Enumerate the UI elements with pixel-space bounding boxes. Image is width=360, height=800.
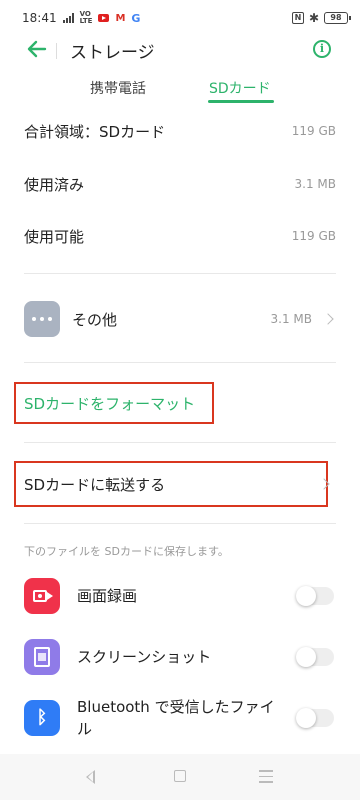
screen-record-icon <box>24 578 60 614</box>
used-space-label: 使用済み <box>24 175 85 194</box>
back-arrow-icon[interactable] <box>26 38 48 60</box>
toggle-switch[interactable] <box>296 647 334 667</box>
nav-back-icon[interactable] <box>86 770 95 784</box>
bluetooth-icon: ᛒ <box>24 700 60 736</box>
header-divider <box>56 43 57 59</box>
battery-icon: 98 <box>324 12 351 24</box>
signal-icon <box>62 13 74 23</box>
used-space-value: 3.1 MB <box>294 177 336 191</box>
section-note: 下のファイルを SDカードに保存します。 <box>24 545 229 558</box>
app-row-screen-record: 画面録画 <box>24 576 336 616</box>
available-space-label: 使用可能 <box>24 227 85 246</box>
youtube-notification-icon <box>98 14 110 22</box>
tab-indicator <box>208 100 274 103</box>
screenshot-icon <box>24 639 60 675</box>
app-header: ストレージ i <box>0 36 360 68</box>
other-files-size: 3.1 MB <box>270 312 312 326</box>
status-bar: 18:41 VO LTE M G N ✱ 98 <box>0 0 360 36</box>
info-icon[interactable]: i <box>313 40 331 58</box>
app-row-bluetooth-files: ᛒ Bluetooth で受信したファイル <box>24 698 336 738</box>
toggle-switch[interactable] <box>296 708 334 728</box>
bluetooth-status-icon: ✱ <box>308 11 319 25</box>
tab-phone[interactable]: 携帯電話 <box>90 78 146 98</box>
gmail-notification-icon: M <box>115 12 126 24</box>
google-notification-icon: G <box>131 11 141 25</box>
volte-icon: VO LTE <box>79 10 93 25</box>
transfer-to-sd-card-label: SDカードに転送する <box>24 475 166 494</box>
nav-home-icon[interactable] <box>174 770 186 782</box>
other-files-row[interactable]: その他 3.1 MB <box>24 300 336 338</box>
used-space-row: 使用済み 3.1 MB <box>24 169 336 199</box>
total-space-value: 119 GB <box>291 124 336 138</box>
navigation-bar <box>0 754 360 800</box>
divider <box>24 273 336 274</box>
app-row-screenshot: スクリーンショット <box>24 637 336 677</box>
total-space-row: 合計領域：SDカード 119 GB <box>24 116 336 146</box>
storage-tabs: 携帯電話 SDカード <box>0 78 360 104</box>
tab-sd-card[interactable]: SDカード <box>209 78 271 98</box>
divider <box>24 442 336 443</box>
toggle-switch[interactable] <box>296 586 334 606</box>
chevron-right-icon <box>318 478 330 490</box>
total-space-label: 合計領域：SDカード <box>24 122 166 141</box>
app-label: スクリーンショット <box>77 648 212 666</box>
status-time: 18:41 <box>22 11 57 25</box>
app-label: Bluetooth で受信したファイル <box>77 698 275 738</box>
divider <box>24 523 336 524</box>
more-dots-icon <box>24 301 60 337</box>
page-title: ストレージ <box>70 43 155 63</box>
transfer-to-sd-card-button[interactable]: SDカードに転送する <box>14 461 330 507</box>
available-space-row: 使用可能 119 GB <box>24 221 336 251</box>
nav-recents-icon[interactable] <box>259 770 273 787</box>
format-sd-card-button[interactable]: SDカードをフォーマット <box>14 382 214 424</box>
nfc-icon: N <box>291 12 304 24</box>
divider <box>24 362 336 363</box>
app-label: 画面録画 <box>77 587 138 605</box>
other-files-label: その他 <box>72 310 118 329</box>
chevron-right-icon <box>322 313 334 325</box>
available-space-value: 119 GB <box>291 229 336 243</box>
